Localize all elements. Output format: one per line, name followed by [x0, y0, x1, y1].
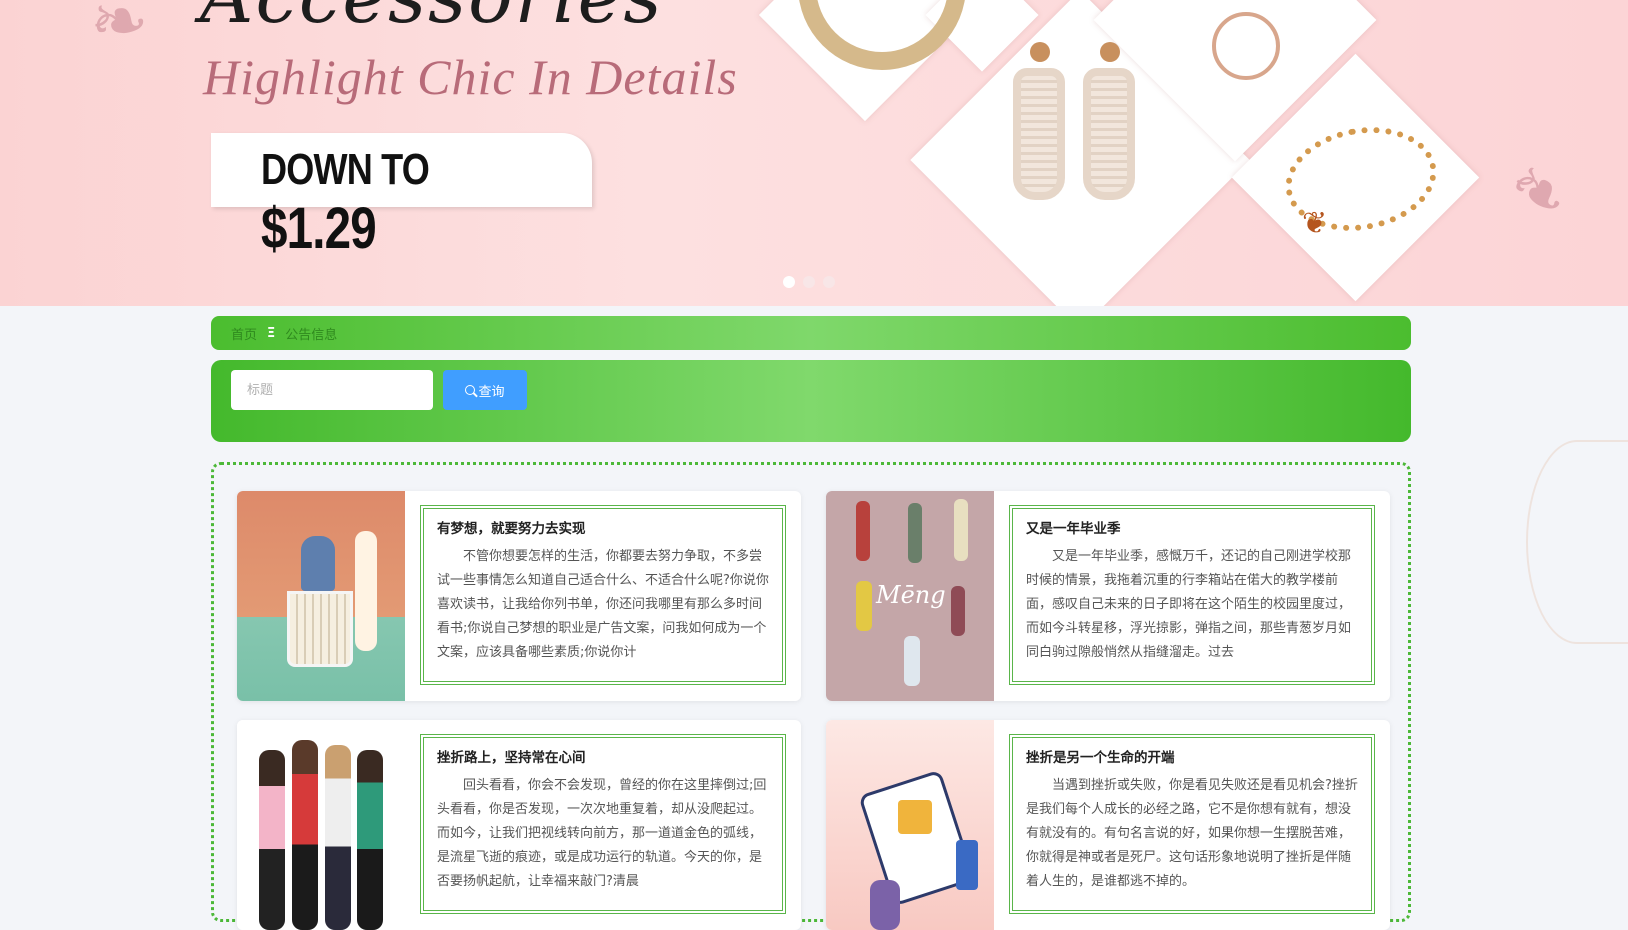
figure-shape	[856, 501, 870, 561]
price-box: DOWN TO $1.29	[211, 133, 592, 261]
banner-carousel[interactable]: Accessories Highlight Chic In Details DO…	[0, 0, 1628, 306]
notice-text-frame: 又是一年毕业季 又是一年毕业季，感慨万千，还记的自己刚进学校那时候的情景，我拖着…	[1009, 505, 1375, 685]
banner-tagline: Highlight Chic In Details	[203, 49, 738, 105]
figure-shape	[292, 740, 318, 930]
floral-branch-icon: ❧	[1491, 140, 1587, 242]
notice-excerpt: 回头看看，你会不会发现，曾经的你在这里摔倒过;回头看看，你是否发现，一次次地重复…	[437, 778, 767, 889]
notice-excerpt: 不管你想要怎样的生活，你都要去努力争取，不多尝试一些事情怎么知道自己适合什么、不…	[437, 549, 769, 660]
carousel-dot[interactable]	[823, 276, 835, 288]
necklace-image	[1212, 12, 1280, 80]
search-panel: 查询	[211, 360, 1411, 442]
pearl-earring-image	[1013, 68, 1065, 200]
notice-text-frame: 挫折路上，坚持常在心间 回头看看，你会不会发现，曾经的你在这里摔倒过;回头看看，…	[420, 734, 786, 914]
figure-shape	[951, 586, 965, 636]
notice-text-frame: 有梦想，就要努力去实现 不管你想要怎样的生活，你都要去努力争取，不多尝试一些事情…	[420, 505, 786, 685]
figure-shape	[856, 581, 872, 631]
breadcrumb-separator-icon: Ξ	[267, 325, 276, 341]
notice-title[interactable]: 有梦想，就要努力去实现	[437, 517, 769, 537]
butterfly-charm-icon: ❦	[1302, 206, 1328, 241]
fashion-girls-illustration: Mēng	[826, 491, 994, 701]
notice-title[interactable]: 挫折路上，坚持常在心间	[437, 746, 769, 766]
notice-card[interactable]: Mēng 又是一年毕业季 又是一年毕业季，感慨万千，还记的自己刚进学校那时候的情…	[826, 491, 1390, 701]
pearl-earring-image	[1083, 68, 1135, 200]
notice-excerpt: 又是一年毕业季，感慨万千，还记的自己刚进学校那时候的情景，我拖着沉重的行李箱站在…	[1026, 549, 1352, 660]
price-value: $1.29	[261, 196, 377, 261]
notice-title[interactable]: 又是一年毕业季	[1026, 517, 1358, 537]
breadcrumb-home-link[interactable]: 首页	[231, 324, 257, 343]
title-search-input[interactable]	[231, 370, 433, 410]
notice-excerpt: 当遇到挫折或失败，你是看见失败还是看见机会?挫折是我们每个人成长的必经之路，它不…	[1026, 778, 1358, 889]
search-button[interactable]: 查询	[443, 370, 527, 410]
figure-shape	[870, 880, 900, 930]
shopping-cart-illustration	[237, 491, 405, 701]
figure-shape	[325, 745, 351, 930]
script-logo: Mēng	[876, 581, 946, 609]
earring-stud	[1030, 42, 1050, 62]
down-to-label: DOWN TO	[261, 145, 430, 194]
notice-text-frame: 挫折是另一个生命的开端 当遇到挫折或失败，你是看见失败还是看见机会?挫折是我们每…	[1009, 734, 1375, 914]
figure-shape	[259, 750, 285, 930]
figure-shape	[357, 750, 383, 930]
figure-shape	[355, 531, 377, 651]
carousel-indicators	[783, 276, 835, 288]
breadcrumb: 首页 Ξ 公告信息	[211, 316, 1411, 350]
notice-list: 有梦想，就要努力去实现 不管你想要怎样的生活，你都要去努力争取，不多尝试一些事情…	[211, 462, 1411, 930]
floral-decoration-icon	[1526, 440, 1628, 644]
shopping-bag-icon	[956, 840, 978, 890]
earring-stud	[1100, 42, 1120, 62]
banner-script-title: Accessories	[200, 0, 663, 40]
gift-box-icon	[898, 800, 932, 834]
figure-shape	[954, 499, 968, 561]
figure-shape	[908, 503, 922, 563]
carousel-dot[interactable]	[803, 276, 815, 288]
figure-shape	[301, 536, 335, 591]
search-icon	[465, 385, 476, 395]
notice-card[interactable]: 有梦想，就要努力去实现 不管你想要怎样的生活，你都要去努力争取，不多尝试一些事情…	[237, 491, 801, 701]
notice-title[interactable]: 挫折是另一个生命的开端	[1026, 746, 1358, 766]
search-button-label: 查询	[478, 384, 505, 400]
carousel-dot[interactable]	[783, 276, 795, 288]
figure-shape	[904, 636, 920, 686]
price-text: DOWN TO $1.29	[261, 145, 532, 262]
breadcrumb-current: 公告信息	[285, 327, 338, 343]
cart-shape	[287, 591, 353, 667]
floral-branch-icon: ❧	[90, 0, 149, 62]
